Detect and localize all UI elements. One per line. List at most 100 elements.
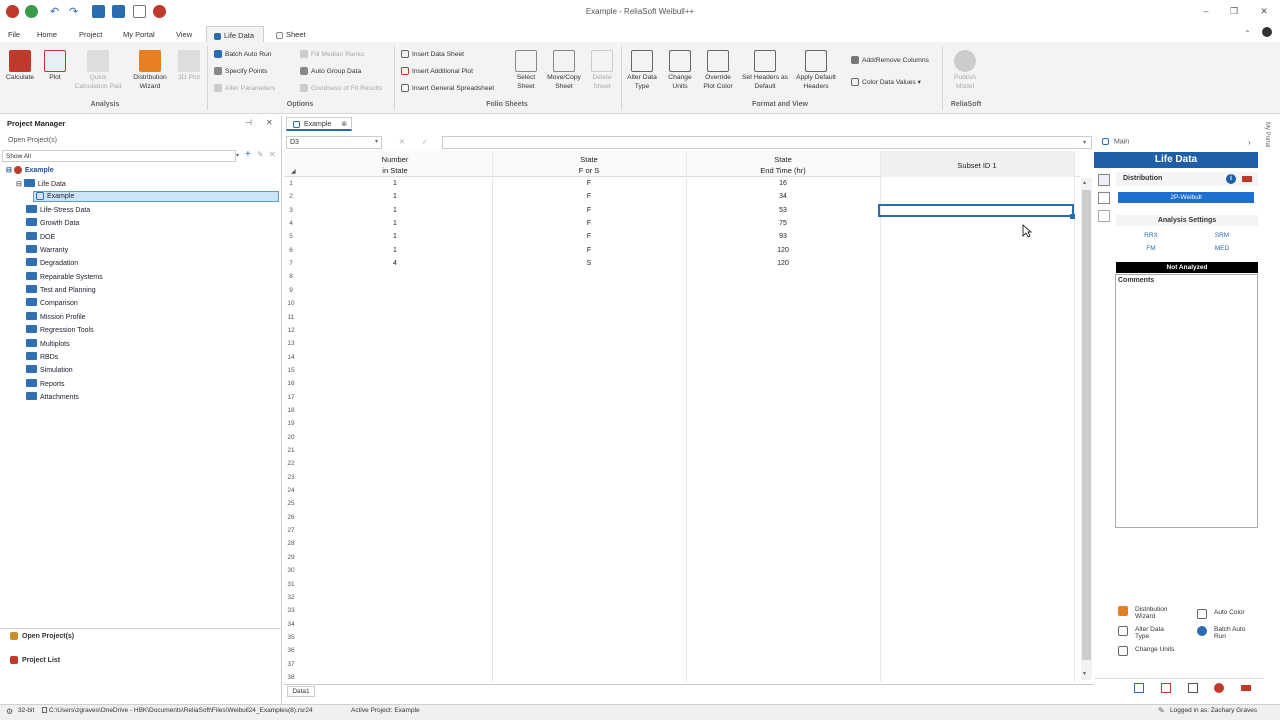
srm-button[interactable]: SRM	[1187, 232, 1257, 239]
row-number[interactable]: 14	[284, 354, 298, 361]
row-number[interactable]: 17	[284, 394, 298, 401]
specify-points-button[interactable]: Specify Points	[214, 67, 267, 75]
column-header[interactable]: State F or S	[492, 154, 686, 176]
apply-default-headers-button[interactable]: Apply Default Headers	[791, 50, 841, 91]
close-button[interactable]: ✕	[1254, 6, 1274, 18]
row-number[interactable]: 10	[284, 300, 298, 307]
table-cell[interactable]: S	[492, 260, 686, 267]
remove-icon[interactable]	[1242, 176, 1252, 182]
tab-sheet[interactable]: Sheet	[276, 30, 306, 39]
table-cell[interactable]: 120	[686, 260, 880, 267]
row-number[interactable]: 18	[284, 407, 298, 414]
show-all-select[interactable]: Show All	[2, 150, 236, 162]
tree-item[interactable]: Test and Planning	[26, 285, 96, 298]
cell-reference-box[interactable]: D3 ▾	[286, 136, 382, 149]
row-number[interactable]: 3	[284, 207, 298, 214]
override-plot-color-button[interactable]: Override Plot Color	[700, 50, 736, 91]
tree-item[interactable]: Life-Stress Data	[26, 205, 90, 218]
scroll-down-icon[interactable]: ▾	[1083, 670, 1086, 677]
fill-median-ranks-button[interactable]: Fill Median Ranks	[300, 50, 364, 58]
row-number[interactable]: 9	[284, 287, 298, 294]
row-number[interactable]: 29	[284, 554, 298, 561]
menu-file[interactable]: File	[8, 30, 20, 39]
print-icon[interactable]	[133, 5, 146, 18]
chevron-down-icon[interactable]: ▾	[1083, 139, 1086, 146]
table-cell[interactable]: 75	[686, 220, 880, 227]
distribution-wizard-button[interactable]: Distribution Wizard	[128, 50, 172, 91]
row-number[interactable]: 26	[284, 514, 298, 521]
qa-distribution-wizard[interactable]: Distribution Wizard	[1118, 606, 1181, 620]
comments-box[interactable]	[1115, 274, 1258, 528]
alter-parameters-button[interactable]: Alter Parameters	[214, 84, 275, 92]
edit-icon[interactable]: ✎	[257, 150, 264, 159]
row-number[interactable]: 5	[284, 233, 298, 240]
pin-icon[interactable]: ⊣	[245, 118, 252, 127]
redo-icon[interactable]: ↷	[69, 5, 82, 18]
tree-item[interactable]: Simulation	[26, 365, 73, 378]
row-number[interactable]: 30	[284, 567, 298, 574]
row-number[interactable]: 4	[284, 220, 298, 227]
med-button[interactable]: MED	[1187, 245, 1257, 252]
distribution-select[interactable]: 2P-Weibull	[1118, 192, 1254, 203]
row-number[interactable]: 27	[284, 527, 298, 534]
table-cell[interactable]: 34	[686, 193, 880, 200]
undo-icon[interactable]: ↶	[50, 5, 63, 18]
row-number[interactable]: 12	[284, 327, 298, 334]
quick-calc-button[interactable]: Quick Calculation Pad	[74, 50, 122, 91]
menu-project[interactable]: Project	[79, 30, 102, 39]
color-data-values-button[interactable]: Color Data Values ▾	[851, 78, 921, 87]
insert-data-sheet-button[interactable]: Insert Data Sheet	[401, 50, 464, 58]
table-cell[interactable]: F	[492, 233, 686, 240]
3d-plot-button[interactable]: 3D Plot	[176, 50, 202, 83]
app-logo-icon[interactable]	[6, 5, 19, 18]
refresh-icon[interactable]	[25, 5, 38, 18]
row-number[interactable]: 24	[284, 487, 298, 494]
tree-item[interactable]: Reports	[26, 378, 65, 392]
row-number[interactable]: 15	[284, 367, 298, 374]
chevron-down-icon[interactable]: ▾	[236, 152, 239, 159]
confirm-edit-icon[interactable]: ✓	[422, 138, 428, 146]
tree-item[interactable]: Repairable Systems	[26, 271, 103, 285]
tree-item[interactable]: Warranty	[26, 245, 68, 258]
table-cell[interactable]: F	[492, 207, 686, 214]
row-number[interactable]: 32	[284, 594, 298, 601]
panel-other-icon[interactable]	[1098, 210, 1110, 222]
plot-button[interactable]: Plot	[40, 50, 70, 83]
toolbar-remove-icon[interactable]	[1241, 685, 1251, 691]
cancel-edit-icon[interactable]: ✕	[399, 138, 405, 146]
auto-group-data-button[interactable]: Auto Group Data	[300, 67, 361, 75]
project-list-button[interactable]: Project List	[10, 656, 60, 664]
tree-item[interactable]: Attachments	[26, 391, 79, 405]
table-cell[interactable]: F	[492, 193, 686, 200]
row-number[interactable]: 36	[284, 647, 298, 654]
qa-change-units[interactable]: Change Units	[1118, 646, 1175, 656]
row-number[interactable]: 22	[284, 460, 298, 467]
settings-icon[interactable]: ⚙	[6, 707, 13, 716]
row-number[interactable]: 16	[284, 380, 298, 387]
table-cell[interactable]: F	[492, 220, 686, 227]
row-number[interactable]: 37	[284, 661, 298, 668]
tree-item[interactable]: RBDs	[26, 351, 58, 365]
table-cell[interactable]: 1	[298, 247, 492, 254]
my-portal-sidebar-tab[interactable]: My Portal	[1264, 122, 1270, 147]
document-tab[interactable]: Example ⊗	[286, 117, 352, 131]
chevron-right-icon[interactable]: ›	[1248, 138, 1251, 147]
menu-my-portal[interactable]: My Portal	[123, 30, 155, 39]
row-number[interactable]: 13	[284, 340, 298, 347]
tree-item[interactable]: Degradation	[26, 258, 78, 271]
batch-auto-run-button[interactable]: Batch Auto Run	[214, 50, 271, 58]
add-remove-columns-button[interactable]: Add/Remove Columns	[851, 56, 929, 64]
row-number[interactable]: 25	[284, 500, 298, 507]
column-header[interactable]: State End Time (hr)	[686, 154, 880, 176]
data-grid[interactable]: Number in State State F or S State End Time (…	[284, 152, 1080, 682]
delete-icon[interactable]: ✕	[269, 150, 276, 159]
formula-input[interactable]	[442, 136, 1092, 149]
table-cell[interactable]: 1	[298, 233, 492, 240]
publish-model-button[interactable]: Publish Model	[948, 50, 982, 91]
maximize-button[interactable]: ❐	[1224, 6, 1244, 18]
insert-additional-plot-button[interactable]: Insert Additional Plot	[401, 67, 473, 75]
row-number[interactable]: 28	[284, 540, 298, 547]
table-cell[interactable]: 16	[686, 180, 880, 187]
tree-item[interactable]: DOE	[26, 231, 55, 245]
row-number[interactable]: 6	[284, 247, 298, 254]
